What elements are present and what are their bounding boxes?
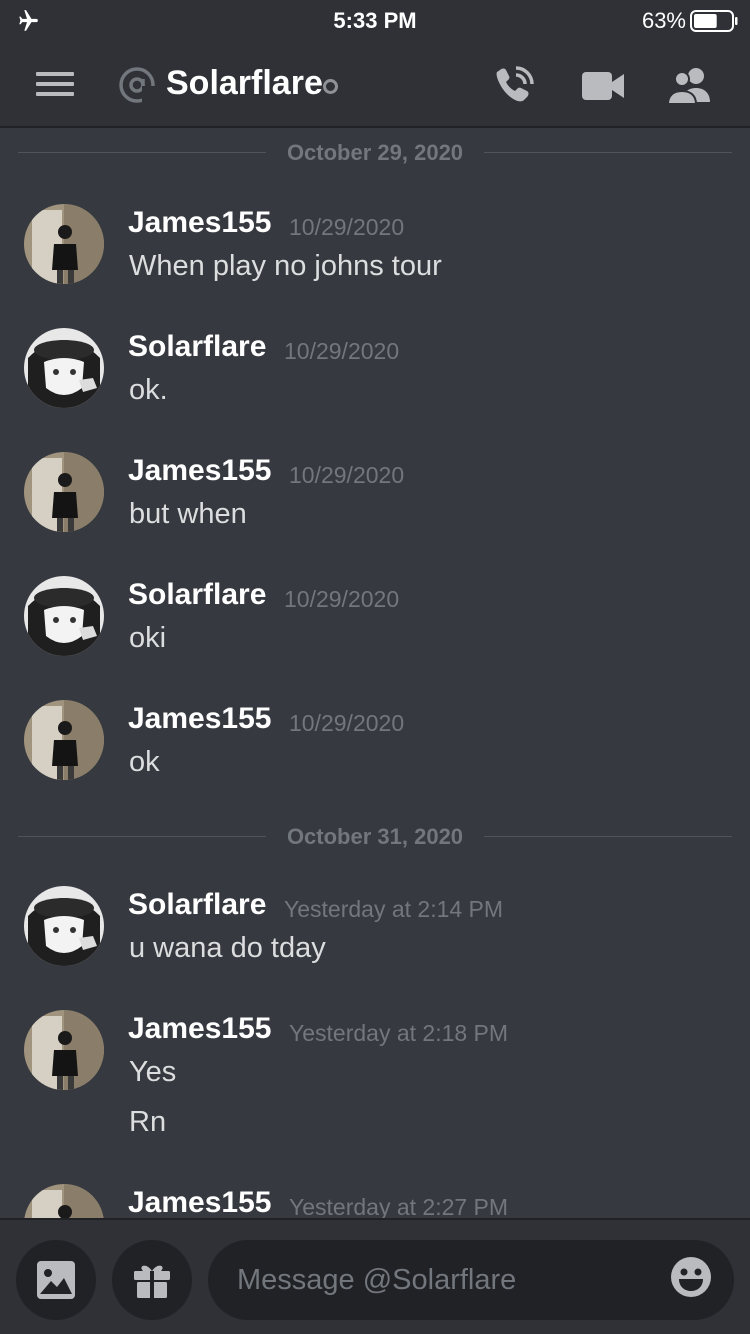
message-author[interactable]: Solarflare	[128, 330, 266, 364]
channel-name: Solarflare	[166, 64, 323, 102]
hamburger-icon[interactable]	[36, 68, 76, 100]
message-author[interactable]: James155	[128, 454, 271, 488]
status-bar: 5:33 PM 63%	[0, 0, 750, 42]
message-item: James155 10/29/2020 ok	[0, 700, 750, 790]
message-author[interactable]: James155	[128, 1186, 271, 1218]
message-text: but when	[129, 498, 247, 530]
gift-icon	[134, 1265, 170, 1298]
attach-image-button[interactable]	[16, 1240, 96, 1320]
message-item: Solarflare Yesterday at 2:14 PM u wana d…	[0, 886, 750, 976]
offline-status-indicator	[323, 79, 338, 94]
top-bar: 5:33 PM 63% Solarflare	[0, 0, 750, 128]
date-divider-label: October 29, 2020	[286, 140, 464, 165]
video-icon[interactable]	[578, 64, 626, 108]
message-input[interactable]	[208, 1240, 734, 1320]
date-divider-label: October 31, 2020	[286, 824, 464, 849]
message-item: Solarflare 10/29/2020 oki	[0, 576, 750, 666]
message-timestamp: Yesterday at 2:18 PM	[289, 1020, 509, 1046]
message-timestamp: 10/29/2020	[284, 586, 400, 612]
avatar[interactable]	[24, 886, 104, 966]
message-timestamp: Yesterday at 2:27 PM	[289, 1194, 509, 1218]
avatar[interactable]	[24, 576, 104, 656]
message-author[interactable]: Solarflare	[128, 888, 266, 922]
message-item: James155 10/29/2020 but when	[0, 452, 750, 542]
avatar[interactable]	[24, 204, 104, 284]
members-icon[interactable]	[666, 64, 714, 108]
message-item: James155 10/29/2020 When play no johns t…	[0, 204, 750, 294]
message-author[interactable]: James155	[128, 702, 271, 736]
message-author[interactable]: Solarflare	[128, 578, 266, 612]
battery-icon	[690, 10, 738, 32]
message-item: Solarflare 10/29/2020 ok.	[0, 328, 750, 418]
message-composer	[0, 1218, 750, 1334]
message-text: oki	[129, 622, 167, 654]
avatar[interactable]	[24, 1184, 104, 1218]
message-text: When play no johns tour	[129, 250, 442, 282]
avatar[interactable]	[24, 452, 104, 532]
image-icon	[37, 1261, 75, 1299]
call-icon[interactable]	[490, 64, 538, 108]
message-text: Rn	[129, 1106, 167, 1138]
at-icon	[119, 67, 156, 104]
message-timestamp: 10/29/2020	[289, 462, 405, 488]
message-timestamp: 10/29/2020	[289, 214, 405, 240]
message-text: Yes	[129, 1056, 177, 1088]
message-timestamp: 10/29/2020	[289, 710, 405, 736]
avatar[interactable]	[24, 328, 104, 408]
message-text: u wana do tday	[129, 932, 326, 964]
date-divider: October 31, 2020	[18, 816, 732, 856]
message-text: ok.	[129, 374, 168, 406]
message-list[interactable]: October 29, 2020 James155 10/29/2020 Whe…	[0, 130, 750, 1218]
message-item: James155 Yesterday at 2:27 PM	[0, 1184, 750, 1218]
message-timestamp: 10/29/2020	[284, 338, 400, 364]
gift-button[interactable]	[112, 1240, 192, 1320]
message-item: James155 Yesterday at 2:18 PM Yes Rn	[0, 1010, 750, 1150]
message-timestamp: Yesterday at 2:14 PM	[284, 896, 504, 922]
date-divider: October 29, 2020	[18, 132, 732, 172]
message-author[interactable]: James155	[128, 1012, 271, 1046]
channel-header: Solarflare	[0, 42, 750, 128]
battery-percent: 63%	[641, 8, 686, 33]
emoji-icon[interactable]	[670, 1256, 712, 1298]
status-time: 5:33 PM	[333, 8, 417, 33]
avatar[interactable]	[24, 1010, 104, 1090]
message-text: ok	[129, 746, 160, 778]
message-author[interactable]: James155	[128, 206, 271, 240]
avatar[interactable]	[24, 700, 104, 780]
